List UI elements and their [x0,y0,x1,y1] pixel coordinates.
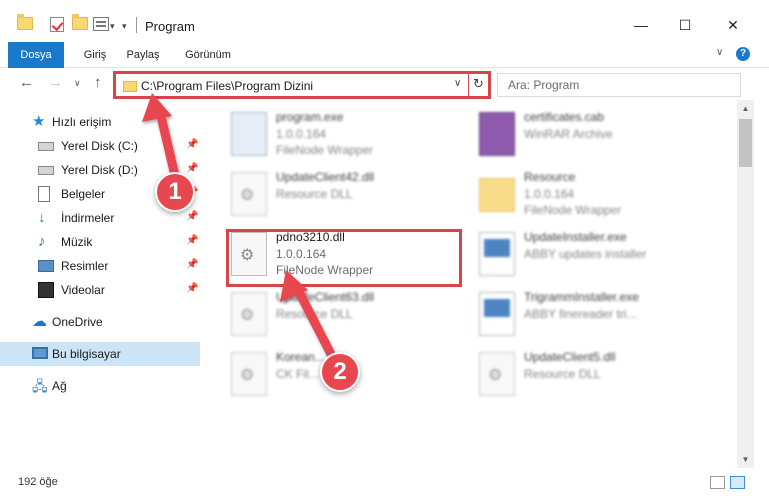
arrow-1 [142,93,181,185]
step-badge-1: 1 [155,172,195,212]
annotation-arrows [142,93,339,365]
step-badge-2: 2 [320,352,360,392]
arrow-2 [280,270,339,365]
